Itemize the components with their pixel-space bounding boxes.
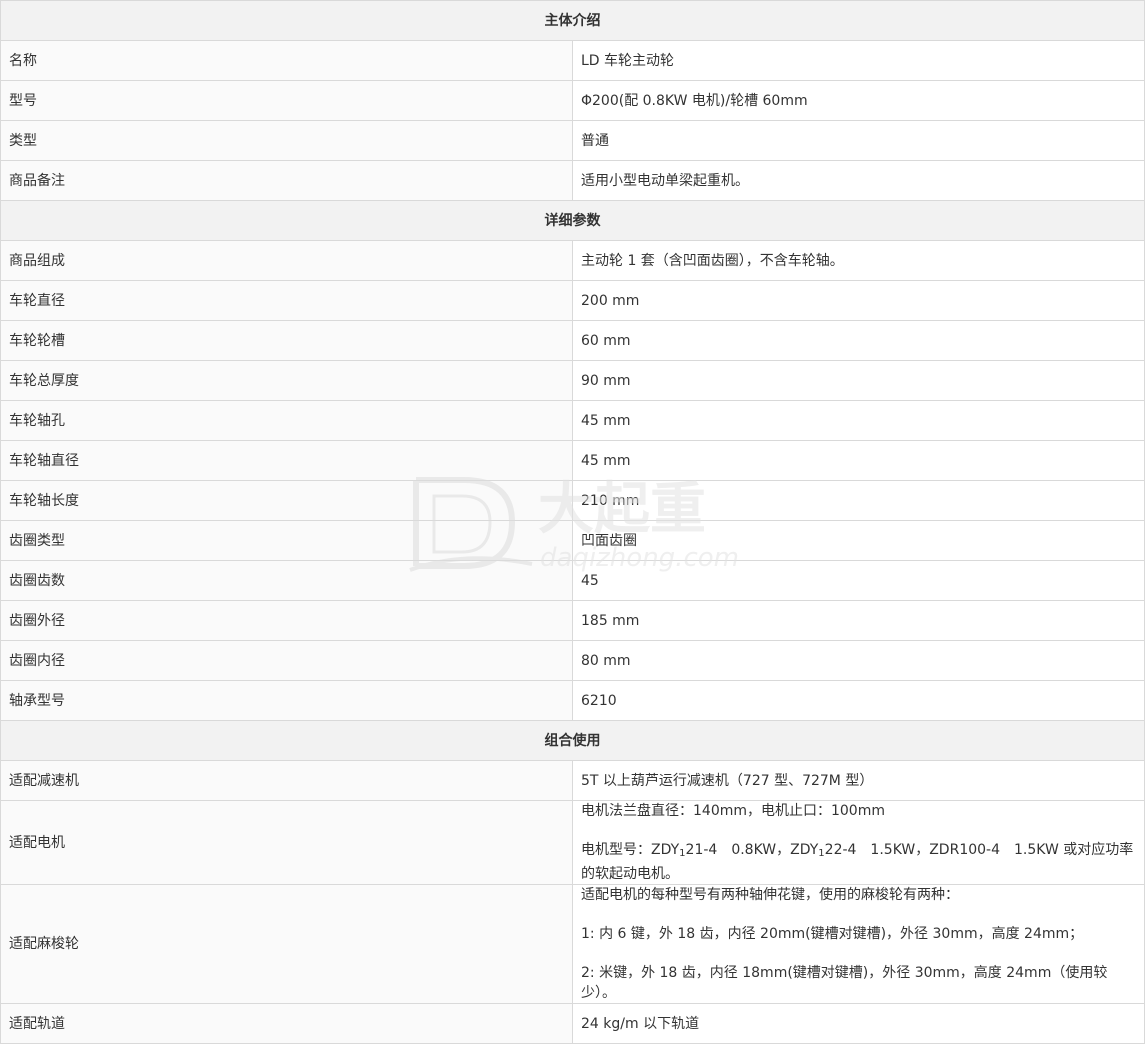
row-label: 商品备注	[0, 160, 573, 201]
row-value: Φ200(配 0.8KW 电机)/轮槽 60mm	[572, 80, 1145, 121]
row-label: 类型	[0, 120, 573, 161]
row-value: 5T 以上葫芦运行减速机（727 型、727M 型）	[572, 760, 1145, 801]
table-row: 齿圈类型 凹面齿圈	[0, 520, 1145, 561]
table-row: 齿圈内径 80 mm	[0, 640, 1145, 681]
row-value: 45 mm	[572, 440, 1145, 481]
table-row: 商品备注 适用小型电动单梁起重机。	[0, 160, 1145, 201]
row-value: 185 mm	[572, 600, 1145, 641]
row-value: LD 车轮主动轮	[572, 40, 1145, 81]
section-title: 详细参数	[0, 200, 1145, 241]
table-row: 车轮直径 200 mm	[0, 280, 1145, 321]
text-segment: 21-4 0.8KW，ZDY	[685, 842, 819, 858]
row-value: 主动轮 1 套（含凹面齿圈），不含车轮轴。	[572, 240, 1145, 281]
row-label: 商品组成	[0, 240, 573, 281]
row-value: 80 mm	[572, 640, 1145, 681]
motor-flange-line: 电机法兰盘直径：140mm，电机止口：100mm	[581, 803, 885, 819]
sprocket-option-1: 1: 内 6 键，外 18 齿，内径 20mm(键槽对键槽)，外径 30mm，高…	[581, 926, 1084, 942]
table-row: 适配麻梭轮 适配电机的每种型号有两种轴伸花键，使用的麻梭轮有两种： 1: 内 6…	[0, 884, 1145, 1004]
row-label: 轴承型号	[0, 680, 573, 721]
row-label: 车轮轴长度	[0, 480, 573, 521]
section-header-combo: 组合使用	[0, 720, 1145, 761]
sprocket-option-2: 2: 米键，外 18 齿，内径 18mm(键槽对键槽)，外径 30mm，高度 2…	[581, 965, 1108, 1001]
section-title: 主体介绍	[0, 0, 1145, 41]
row-label: 适配轨道	[0, 1003, 573, 1044]
row-label: 齿圈类型	[0, 520, 573, 561]
row-value: 6210	[572, 680, 1145, 721]
section-title: 组合使用	[0, 720, 1145, 761]
table-row: 车轮轴孔 45 mm	[0, 400, 1145, 441]
row-label: 车轮轮槽	[0, 320, 573, 361]
table-row: 名称 LD 车轮主动轮	[0, 40, 1145, 81]
row-value: 凹面齿圈	[572, 520, 1145, 561]
row-label: 齿圈内径	[0, 640, 573, 681]
row-label: 适配麻梭轮	[0, 884, 573, 1004]
row-value: 200 mm	[572, 280, 1145, 321]
row-value: 24 kg/m 以下轨道	[572, 1003, 1145, 1044]
motor-model-line: 电机型号：ZDY121-4 0.8KW，ZDY122-4 1.5KW，ZDR10…	[581, 840, 1136, 884]
row-value: 电机法兰盘直径：140mm，电机止口：100mm 电机型号：ZDY121-4 0…	[572, 800, 1145, 885]
row-value: 适配电机的每种型号有两种轴伸花键，使用的麻梭轮有两种： 1: 内 6 键，外 1…	[572, 884, 1145, 1004]
row-value: 普通	[572, 120, 1145, 161]
row-label: 型号	[0, 80, 573, 121]
row-value: 45	[572, 560, 1145, 601]
table-row: 车轮轮槽 60 mm	[0, 320, 1145, 361]
row-value: 210 mm	[572, 480, 1145, 521]
table-row: 适配减速机 5T 以上葫芦运行减速机（727 型、727M 型）	[0, 760, 1145, 801]
table-row: 适配电机 电机法兰盘直径：140mm，电机止口：100mm 电机型号：ZDY12…	[0, 800, 1145, 885]
table-row: 齿圈外径 185 mm	[0, 600, 1145, 641]
row-label: 齿圈外径	[0, 600, 573, 641]
section-header-main: 主体介绍	[0, 0, 1145, 41]
row-value: 适用小型电动单梁起重机。	[572, 160, 1145, 201]
sprocket-intro-line: 适配电机的每种型号有两种轴伸花键，使用的麻梭轮有两种：	[581, 887, 959, 903]
row-label: 适配减速机	[0, 760, 573, 801]
table-row: 齿圈齿数 45	[0, 560, 1145, 601]
table-row: 类型 普通	[0, 120, 1145, 161]
row-value: 90 mm	[572, 360, 1145, 401]
row-label: 车轮直径	[0, 280, 573, 321]
row-value: 45 mm	[572, 400, 1145, 441]
row-label: 齿圈齿数	[0, 560, 573, 601]
table-row: 车轮总厚度 90 mm	[0, 360, 1145, 401]
table-row: 车轮轴直径 45 mm	[0, 440, 1145, 481]
row-label: 车轮总厚度	[0, 360, 573, 401]
spec-table: 主体介绍 名称 LD 车轮主动轮 型号 Φ200(配 0.8KW 电机)/轮槽 …	[0, 0, 1145, 1044]
row-label: 车轮轴直径	[0, 440, 573, 481]
table-row: 适配轨道 24 kg/m 以下轨道	[0, 1003, 1145, 1044]
table-row: 商品组成 主动轮 1 套（含凹面齿圈），不含车轮轴。	[0, 240, 1145, 281]
row-label: 车轮轴孔	[0, 400, 573, 441]
row-value: 60 mm	[572, 320, 1145, 361]
text-segment: 电机型号：ZDY	[581, 842, 680, 858]
row-label: 适配电机	[0, 800, 573, 885]
table-row: 轴承型号 6210	[0, 680, 1145, 721]
table-row: 车轮轴长度 210 mm	[0, 480, 1145, 521]
row-label: 名称	[0, 40, 573, 81]
table-row: 型号 Φ200(配 0.8KW 电机)/轮槽 60mm	[0, 80, 1145, 121]
section-header-detail: 详细参数	[0, 200, 1145, 241]
